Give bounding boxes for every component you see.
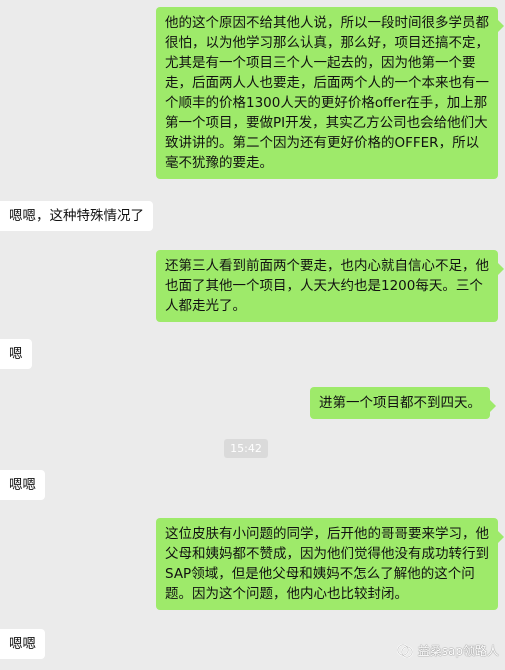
outgoing-message[interactable]: 这位皮肤有小问题的同学，后开他的哥哥要来学习，他父母和姨妈都不赞成，因为他们觉得…	[156, 518, 504, 610]
wechat-channel-icon	[396, 643, 413, 658]
incoming-message[interactable]: 嗯	[0, 339, 32, 369]
outgoing-message[interactable]: 他的这个原因不给其他人说，所以一段时间很多学员都很怕，以为他学习那么认真，那么好…	[156, 7, 504, 179]
watermark: 益桑sap领路人	[396, 642, 499, 659]
outgoing-message[interactable]: 进第一个项目都不到四天。	[310, 387, 496, 419]
incoming-message[interactable]: 嗯嗯，这种特殊情况了	[0, 201, 153, 231]
message-timestamp: 15:42	[224, 439, 268, 458]
incoming-message[interactable]: 嗯嗯	[0, 470, 45, 500]
watermark-text: 益桑sap领路人	[417, 644, 499, 658]
outgoing-message[interactable]: 还第三人看到前面两个要走，也内心就自信心不足，他也面了其他一个项目，人天大约也是…	[156, 250, 504, 322]
incoming-message[interactable]: 嗯嗯	[0, 629, 45, 659]
